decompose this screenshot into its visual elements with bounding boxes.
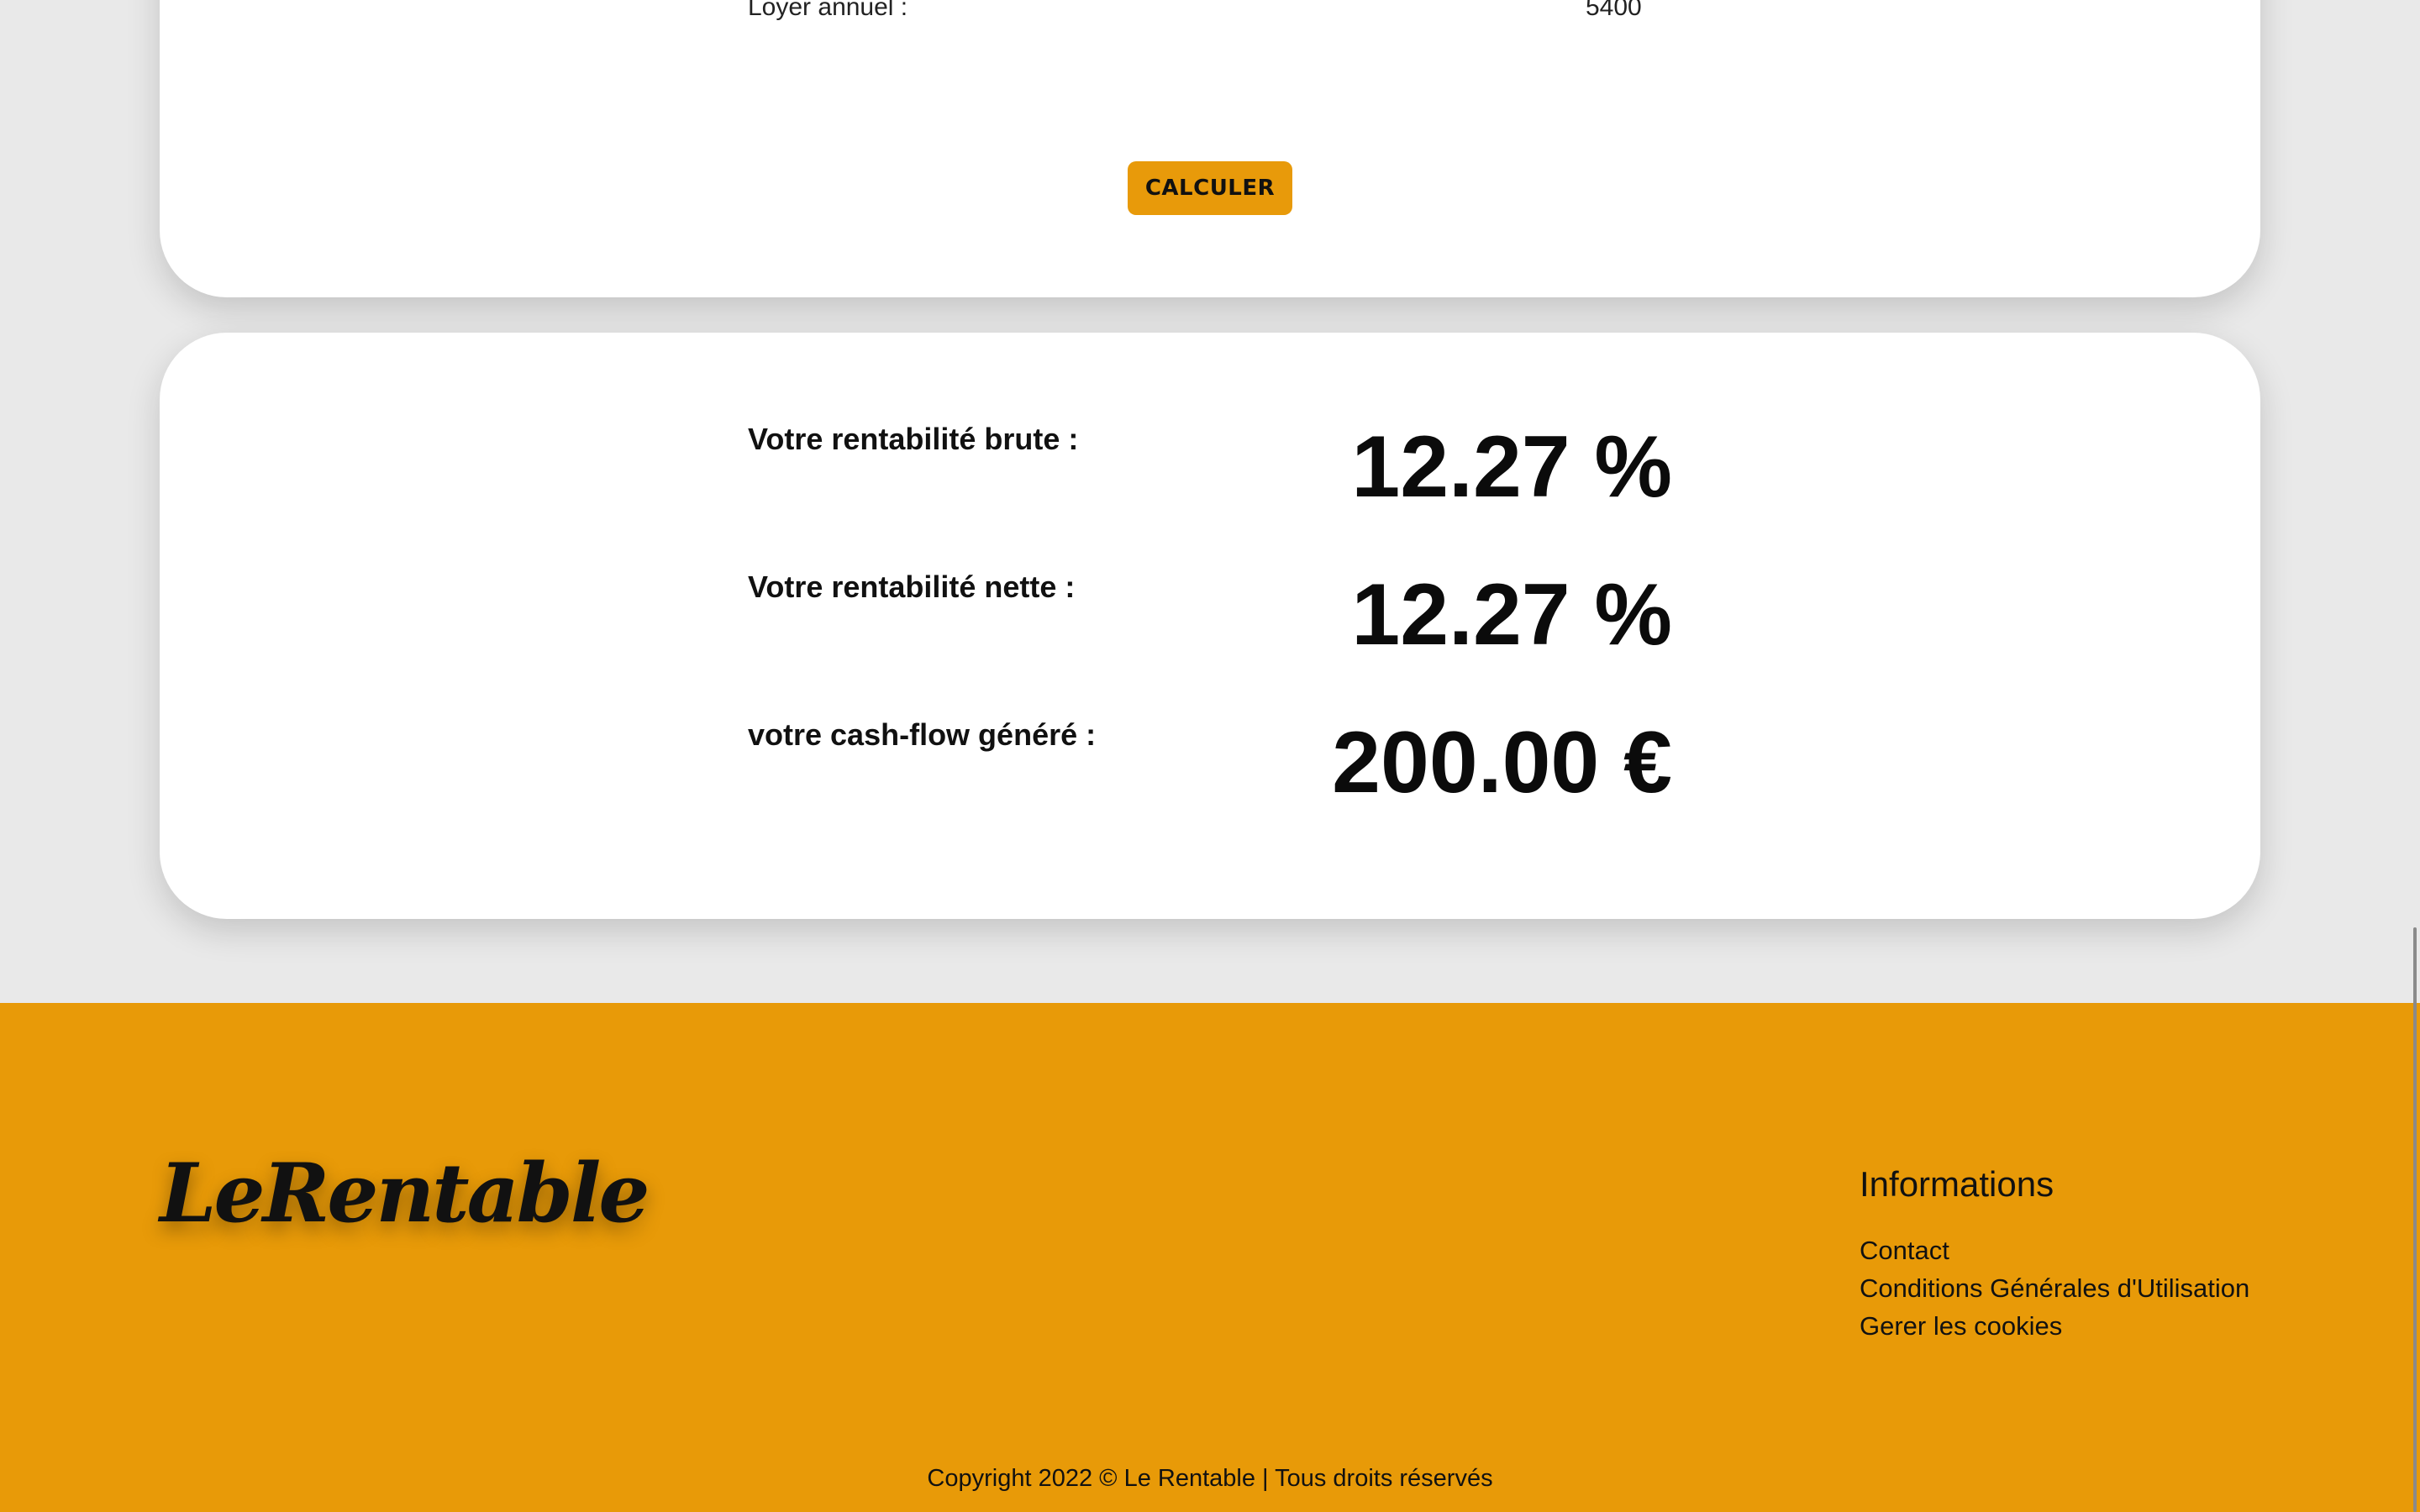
- rentabilite-brute-value: 12.27 %: [1351, 418, 1672, 516]
- footer-links: Contact Conditions Générales d'Utilisati…: [1860, 1231, 2249, 1345]
- rentabilite-brute-label: Votre rentabilité brute :: [748, 422, 1079, 456]
- informations-heading: Informations: [1860, 1164, 2054, 1204]
- cgu-link[interactable]: Conditions Générales d'Utilisation: [1860, 1269, 2249, 1307]
- copyright-text: Copyright 2022 © Le Rentable | Tous droi…: [927, 1465, 1493, 1492]
- rentabilite-nette-label: Votre rentabilité nette :: [748, 570, 1076, 604]
- cookies-link[interactable]: Gerer les cookies: [1860, 1307, 2249, 1345]
- calculate-button[interactable]: CALCULER: [1128, 161, 1292, 215]
- results-card: Votre rentabilité brute : 12.27 % Votre …: [160, 333, 2260, 919]
- contact-link[interactable]: Contact: [1860, 1231, 2249, 1269]
- footer-logo[interactable]: LeRentable: [160, 1146, 650, 1241]
- page-scrollbar[interactable]: [2413, 927, 2417, 1512]
- rentabilite-nette-value: 12.27 %: [1351, 566, 1672, 664]
- footer: LeRentable Informations Contact Conditio…: [0, 1003, 2420, 1512]
- calculator-form-card: Loyer annuel : 5400 CALCULER: [160, 0, 2260, 297]
- cash-flow-value: 200.00 €: [1332, 714, 1672, 811]
- cash-flow-label: votre cash-flow généré :: [748, 717, 1097, 752]
- loyer-annuel-label: Loyer annuel :: [748, 0, 908, 21]
- loyer-annuel-value[interactable]: 5400: [1586, 0, 1642, 22]
